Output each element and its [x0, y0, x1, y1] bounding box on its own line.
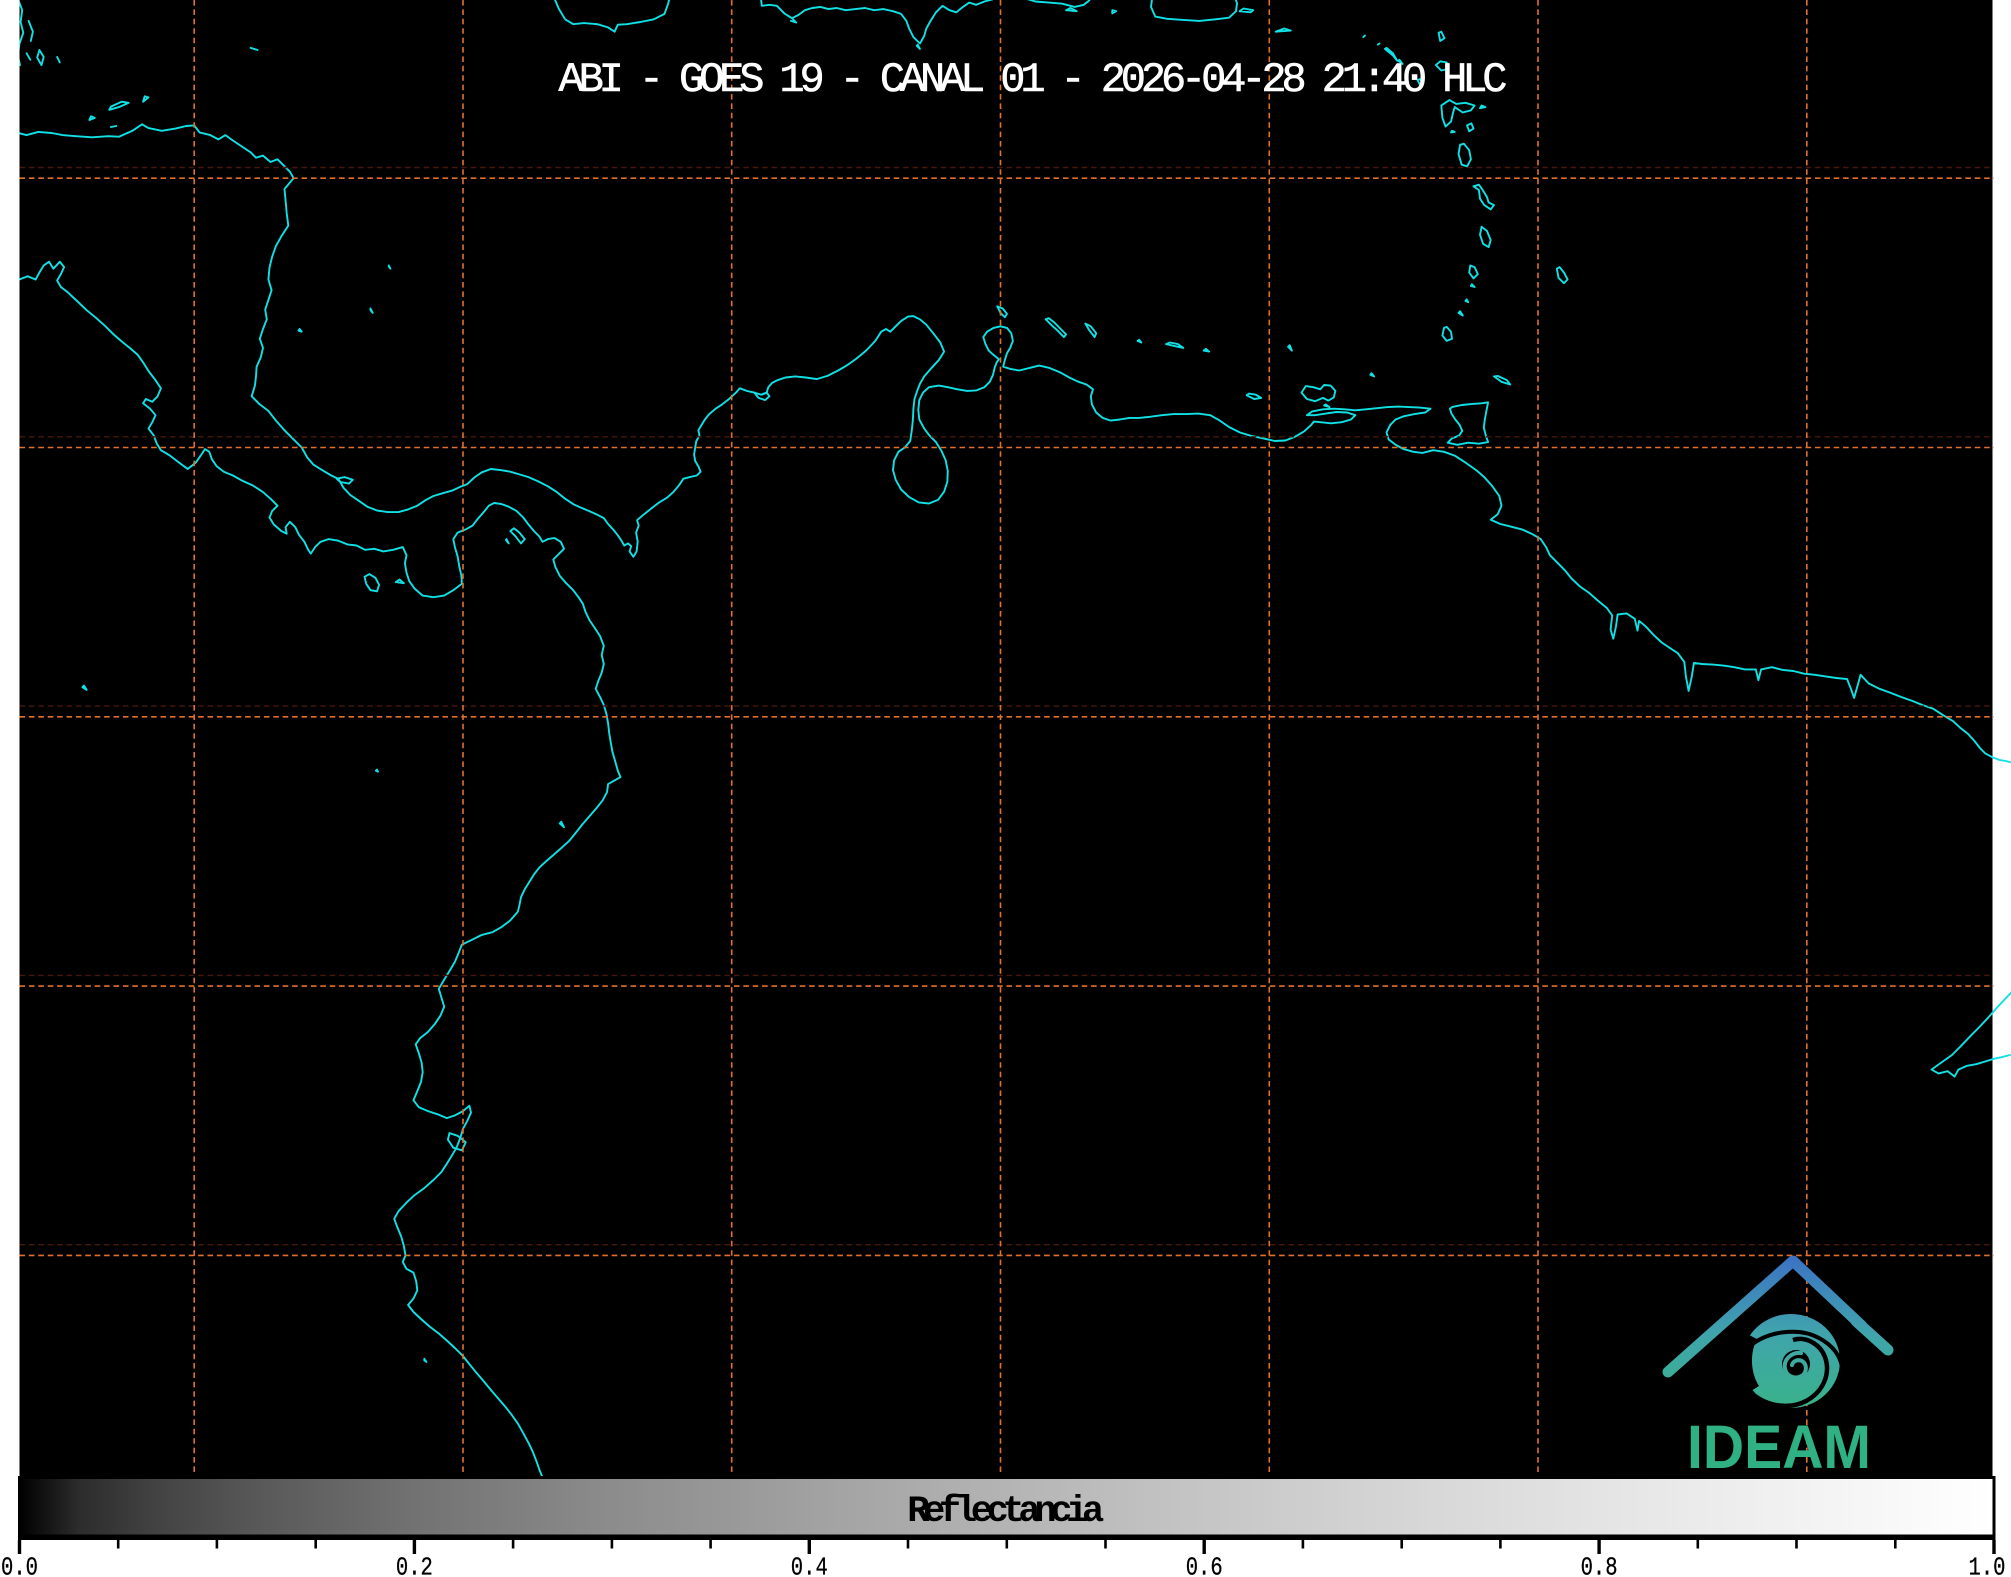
svg-text:0.4: 0.4: [791, 1553, 828, 1577]
svg-text:IDEAM: IDEAM: [1687, 1413, 1871, 1481]
svg-text:ABI - GOES 19 - CANAL 01 - 202: ABI - GOES 19 - CANAL 01 - 2026-04-28 21…: [559, 56, 1508, 104]
svg-text:0.6: 0.6: [1186, 1553, 1223, 1577]
svg-text:0.8: 0.8: [1581, 1553, 1618, 1577]
svg-text:0.2: 0.2: [396, 1553, 433, 1577]
svg-text:1.0: 1.0: [1969, 1553, 2006, 1577]
svg-text:Reflectancia: Reflectancia: [907, 1491, 1104, 1533]
svg-text:0.0: 0.0: [1, 1553, 38, 1577]
